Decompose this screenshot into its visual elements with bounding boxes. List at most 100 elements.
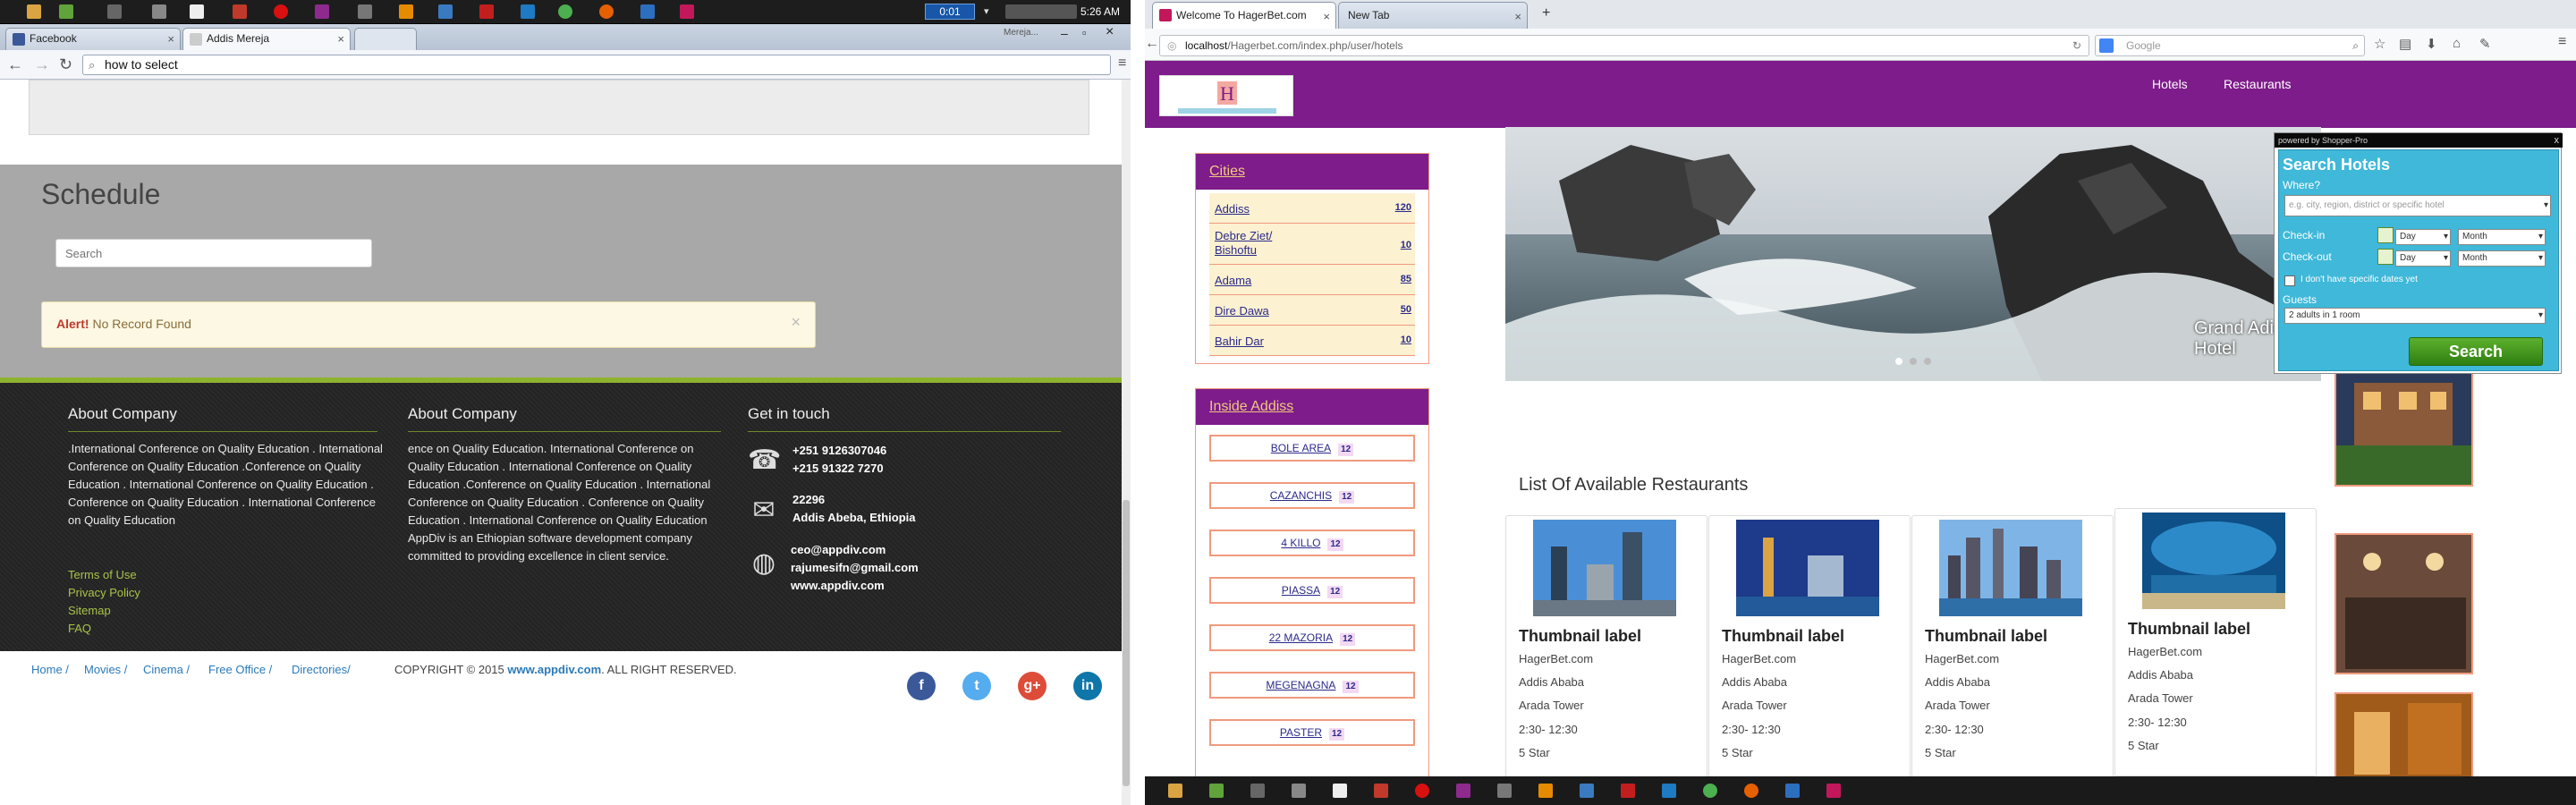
chat-icon[interactable]: ✎ (2479, 36, 2491, 52)
clipboard-icon[interactable]: ▤ (2399, 36, 2411, 52)
facebook-icon[interactable]: f (907, 672, 936, 700)
checkout-month-select[interactable]: Month (2458, 250, 2546, 267)
back-arrow-icon[interactable]: ← (1145, 36, 1159, 52)
where-input[interactable]: e.g. city, region, district or specific … (2284, 195, 2551, 216)
footer-link-faq[interactable]: FAQ (68, 622, 91, 635)
calculator-icon[interactable] (1250, 784, 1265, 798)
scrollbar-thumb[interactable] (1123, 500, 1130, 786)
tools-icon[interactable] (1497, 784, 1512, 798)
opera-icon[interactable] (1415, 784, 1429, 798)
city-item[interactable]: Bahir Dar 10 (1209, 326, 1415, 356)
breadcrumb-directories[interactable]: Directories/ (292, 663, 351, 676)
tools-icon[interactable] (358, 4, 372, 19)
chrome-icon[interactable] (558, 4, 572, 19)
new-tab-plus-icon[interactable]: + (1542, 5, 1550, 21)
notepad-icon[interactable] (190, 4, 204, 19)
breadcrumb-movies[interactable]: Movies / (84, 663, 127, 676)
calculator-icon[interactable] (107, 4, 122, 19)
settings-icon[interactable] (152, 4, 166, 19)
firefox-icon[interactable] (599, 4, 614, 19)
checkin-month-select[interactable]: Month (2458, 229, 2546, 245)
hagerbet-logo[interactable]: H (1159, 75, 1293, 116)
close-window-icon[interactable]: × (1106, 24, 1114, 40)
city-item[interactable]: Addiss 120 (1209, 193, 1415, 224)
notepad-icon[interactable] (1333, 784, 1347, 798)
tray-arrow-icon[interactable]: ▾ (984, 5, 989, 17)
home-icon[interactable]: ⌂ (2453, 36, 2461, 51)
vertical-scrollbar[interactable] (1122, 80, 1131, 805)
cities-panel-title[interactable]: Cities (1196, 154, 1428, 190)
no-dates-checkbox[interactable] (2284, 275, 2295, 286)
schedule-search-input[interactable] (55, 239, 372, 267)
new-tab-button[interactable] (354, 28, 417, 50)
network-icon[interactable] (315, 4, 329, 19)
tab-hagerbet[interactable]: Welcome To HagerBet.com × (1152, 2, 1336, 29)
copyright-link[interactable]: www.appdiv.com (507, 663, 601, 676)
address-bar[interactable]: ◎ localhost/Hagerbet.com/index.php/user/… (1159, 35, 2089, 56)
star-icon[interactable]: ☆ (2374, 36, 2385, 52)
area-item[interactable]: 22 MAZORIA 12 (1209, 624, 1415, 651)
google-plus-icon[interactable]: g+ (1018, 672, 1046, 700)
tray-icons[interactable] (1005, 4, 1077, 19)
mail-icon[interactable] (521, 4, 535, 19)
search-engine-box[interactable]: Google ⌕ (2095, 35, 2365, 56)
footer-link-sitemap[interactable]: Sitemap (68, 604, 111, 617)
search-button[interactable]: Search (2409, 337, 2543, 366)
vlc-icon[interactable] (1538, 784, 1553, 798)
restaurant-card[interactable]: Thumbnail label HagerBet.com Addis Ababa… (1911, 515, 2114, 776)
hotel-image[interactable] (2334, 533, 2473, 674)
city-item[interactable]: Dire Dawa 50 (1209, 295, 1415, 326)
tab-facebook[interactable]: Facebook × (5, 28, 181, 50)
vlc-icon[interactable] (399, 4, 413, 19)
calendar-icon[interactable] (2377, 227, 2394, 243)
restaurant-card[interactable]: Thumbnail label HagerBet.com Addis Ababa… (1708, 515, 1911, 776)
breadcrumb-home[interactable]: Home / (31, 663, 69, 676)
close-tab-icon[interactable]: × (1323, 4, 1330, 29)
menu-icon[interactable]: ≡ (2558, 34, 2566, 50)
settings-icon[interactable] (1292, 784, 1306, 798)
area-item[interactable]: PIASSA 12 (1209, 577, 1415, 604)
website-link[interactable]: www.appdiv.com (791, 577, 885, 595)
opera-icon[interactable] (274, 4, 288, 19)
folder-icon[interactable] (27, 4, 41, 19)
tab-addis-mereja[interactable]: Addis Mereja × (182, 28, 351, 50)
checkout-day-select[interactable]: Day (2395, 250, 2451, 267)
virtualbox-icon[interactable] (1785, 784, 1800, 798)
nav-hotels[interactable]: Hotels (2152, 77, 2188, 91)
download-icon[interactable]: ⬇ (2426, 36, 2437, 52)
back-arrow-icon[interactable]: ← (7, 55, 23, 73)
app-icon[interactable] (1826, 784, 1841, 798)
checkin-day-select[interactable]: Day (2395, 229, 2451, 245)
close-tab-icon[interactable]: × (1514, 4, 1521, 29)
pdf-icon[interactable] (1621, 784, 1635, 798)
search-icon[interactable]: ⌕ (2352, 36, 2359, 55)
calendar-icon[interactable] (2377, 249, 2394, 265)
reload-icon[interactable]: ↻ (2072, 36, 2081, 55)
inside-addiss-title[interactable]: Inside Addiss (1196, 389, 1428, 425)
close-icon[interactable]: x (2555, 133, 2560, 148)
document-icon[interactable] (438, 4, 453, 19)
twitter-icon[interactable]: t (962, 672, 991, 700)
hotel-slider[interactable]: Grand Adiss Hotel (1505, 127, 2321, 381)
address-bar[interactable]: ⌕ how to select (82, 55, 1111, 75)
guests-select[interactable]: 2 adults in 1 room (2284, 308, 2546, 324)
flash-icon[interactable] (233, 4, 247, 19)
reload-icon[interactable]: ↻ (59, 55, 72, 73)
app-icon[interactable] (680, 4, 694, 19)
forward-arrow-icon[interactable]: → (34, 55, 50, 73)
area-item[interactable]: BOLE AREA 12 (1209, 435, 1415, 462)
restaurant-card[interactable]: Thumbnail label HagerBet.com Addis Ababa… (1505, 515, 1707, 776)
maximize-icon[interactable]: ▫ (1082, 26, 1087, 39)
footer-link-terms[interactable]: Terms of Use (68, 568, 137, 581)
breadcrumb-free-office[interactable]: Free Office / (208, 663, 272, 676)
firefox-icon[interactable] (1744, 784, 1758, 798)
hotel-image[interactable] (2334, 692, 2473, 776)
document-icon[interactable] (1580, 784, 1594, 798)
folder-icon[interactable] (1168, 784, 1182, 798)
minimize-icon[interactable]: – (1061, 26, 1068, 40)
footer-link-privacy[interactable]: Privacy Policy (68, 586, 140, 599)
area-item[interactable]: CAZANCHIS 12 (1209, 482, 1415, 509)
city-item[interactable]: Adama 85 (1209, 265, 1415, 295)
alert-close-icon[interactable]: × (791, 313, 801, 332)
tree-icon[interactable] (1209, 784, 1224, 798)
